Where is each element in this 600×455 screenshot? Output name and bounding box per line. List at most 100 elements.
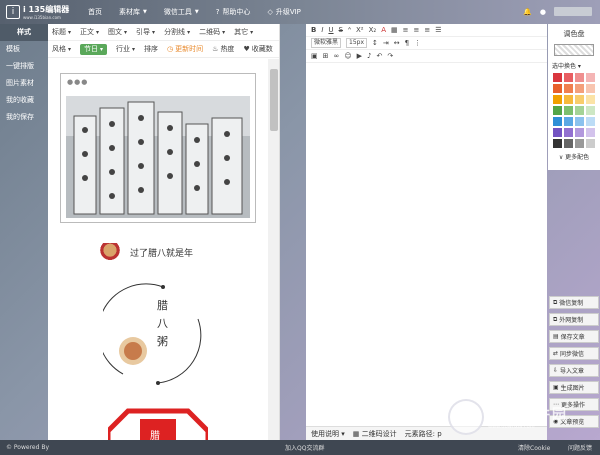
color-swatch[interactable] xyxy=(575,106,584,115)
nav-wechat-tools[interactable]: 微信工具 ▼ xyxy=(164,7,199,17)
nav-home[interactable]: 首页 xyxy=(88,7,102,17)
emoji-icon[interactable]: ☺ xyxy=(344,52,351,60)
more-colors-button[interactable]: ∨ 更多配色 xyxy=(548,152,600,161)
template-red-frame[interactable]: 腊 八 xyxy=(108,401,208,440)
bell-icon[interactable]: 🔔 xyxy=(523,8,532,16)
sidebar-item-image-materials[interactable]: 图片素材 xyxy=(0,75,48,92)
letter-spacing-icon[interactable]: ↔ xyxy=(394,39,400,47)
sort-favorites[interactable]: ♥ 收藏数 xyxy=(243,44,272,54)
color-swatch[interactable] xyxy=(586,106,595,115)
color-swatch[interactable] xyxy=(553,84,562,93)
join-qq-group-link[interactable]: 加入QQ交流群 xyxy=(285,443,324,452)
color-swatch[interactable] xyxy=(553,128,562,137)
scrollbar-thumb[interactable] xyxy=(270,69,278,131)
align-center-icon[interactable]: ≡ xyxy=(414,26,420,34)
wechat-copy-button[interactable]: ⧉ 微信复制 xyxy=(549,296,599,309)
color-swatch[interactable] xyxy=(586,95,595,104)
color-swatch[interactable] xyxy=(553,117,562,126)
color-swatch[interactable] xyxy=(564,95,573,104)
user-name-box[interactable] xyxy=(554,7,592,16)
color-swatch[interactable] xyxy=(586,139,595,148)
user-icon[interactable]: ● xyxy=(540,8,546,16)
font-color-icon[interactable]: A xyxy=(381,26,386,34)
strikethrough-icon[interactable]: S xyxy=(339,26,343,34)
color-swatch[interactable] xyxy=(575,73,584,82)
color-swatch[interactable] xyxy=(564,106,573,115)
color-swatch[interactable] xyxy=(553,106,562,115)
underline-icon[interactable]: U xyxy=(328,26,333,34)
subscript-icon[interactable]: X₂ xyxy=(369,26,377,34)
justify-icon[interactable]: ☰ xyxy=(435,26,441,34)
sort-popularity[interactable]: ♨ 热度 xyxy=(212,44,234,54)
editor-canvas[interactable] xyxy=(306,64,547,426)
usage-help-link[interactable]: 使用说明 ▾ xyxy=(311,429,345,439)
tab-guide[interactable]: 引导 ▾ xyxy=(136,27,155,37)
tab-image-text[interactable]: 图文 ▾ xyxy=(108,27,127,37)
sidebar-item-styles[interactable]: 样式 xyxy=(0,24,48,41)
sidebar-item-templates[interactable]: 模板 xyxy=(0,41,48,58)
font-size-select[interactable]: 15px xyxy=(346,38,368,48)
superscript-icon[interactable]: X² xyxy=(356,26,364,34)
generate-image-button[interactable]: ▣ 生成图片 xyxy=(549,381,599,394)
color-swatch[interactable] xyxy=(586,128,595,137)
color-swatch[interactable] xyxy=(553,95,562,104)
color-swatch[interactable] xyxy=(564,128,573,137)
redo-icon[interactable]: ↷ xyxy=(387,52,393,60)
sort-update-time[interactable]: ◷ 更新时间 xyxy=(167,44,203,54)
color-swatch[interactable] xyxy=(575,128,584,137)
sidebar-item-my-saved[interactable]: 我的保存 xyxy=(0,109,48,126)
color-swatch[interactable] xyxy=(586,84,595,93)
undo-icon[interactable]: ↶ xyxy=(377,52,383,60)
library-scrollbar[interactable] xyxy=(268,59,279,440)
color-swatch[interactable] xyxy=(564,139,573,148)
link-icon[interactable]: ∞ xyxy=(334,52,340,60)
clear-format-icon[interactable]: ᴬ xyxy=(348,26,351,34)
app-logo[interactable]: i i 135编辑器 www.i135bian.com xyxy=(6,4,69,20)
color-swatch[interactable] xyxy=(575,139,584,148)
color-swatch[interactable] xyxy=(564,73,573,82)
color-swatch[interactable] xyxy=(575,117,584,126)
color-swatch[interactable] xyxy=(564,84,573,93)
selected-recolor-label[interactable]: 选中换色 ▾ xyxy=(548,61,600,70)
music-icon[interactable]: ♪ xyxy=(367,52,371,60)
image-icon[interactable]: ▣ xyxy=(311,52,318,60)
bold-icon[interactable]: B xyxy=(311,26,316,34)
filter-style[interactable]: 风格 ▾ xyxy=(52,44,71,54)
nav-help[interactable]: ? 帮助中心 xyxy=(216,7,251,17)
feedback-link[interactable]: 问题反馈 xyxy=(568,443,592,452)
template-laba-circle[interactable]: 腊 八 粥 xyxy=(103,279,213,389)
sidebar-item-my-favorites[interactable]: 我的收藏 xyxy=(0,92,48,109)
paragraph-icon[interactable]: ¶ xyxy=(405,39,409,47)
font-family-select[interactable]: 微软雅黑 xyxy=(311,38,342,48)
template-card-photo[interactable]: ●●● xyxy=(60,73,256,223)
tab-body[interactable]: 正文 ▾ xyxy=(80,27,99,37)
current-color-swatch[interactable] xyxy=(554,44,594,56)
nav-upgrade-vip[interactable]: ◇ 升级VIP xyxy=(267,7,300,17)
nav-materials[interactable]: 素材库 ▼ xyxy=(119,7,147,17)
table-icon[interactable]: ⊞ xyxy=(323,52,329,60)
color-swatch[interactable] xyxy=(586,117,595,126)
filter-industry[interactable]: 行业 ▾ xyxy=(116,44,135,54)
filter-festival[interactable]: 节日 ▾ xyxy=(80,43,108,55)
align-right-icon[interactable]: ≡ xyxy=(424,26,430,34)
template-laba-header[interactable]: 过了腊八就是年 xyxy=(98,239,238,265)
color-swatch[interactable] xyxy=(575,95,584,104)
tab-qrcode[interactable]: 二维码 ▾ xyxy=(199,27,225,37)
list-icon[interactable]: ⋮ xyxy=(414,39,421,47)
save-article-button[interactable]: ▤ 保存文章 xyxy=(549,330,599,343)
highlight-icon[interactable]: ▦ xyxy=(391,26,398,34)
color-swatch[interactable] xyxy=(553,73,562,82)
tab-divider[interactable]: 分割线 ▾ xyxy=(164,27,190,37)
italic-icon[interactable]: I xyxy=(321,26,323,34)
indent-icon[interactable]: ⇥ xyxy=(383,39,389,47)
sync-wechat-button[interactable]: ⇄ 同步微信 xyxy=(549,347,599,360)
color-swatch[interactable] xyxy=(575,84,584,93)
sidebar-item-one-click-layout[interactable]: 一键排版 xyxy=(0,58,48,75)
tab-title[interactable]: 标题 ▾ xyxy=(52,27,71,37)
align-left-icon[interactable]: ≡ xyxy=(403,26,409,34)
tab-other[interactable]: 其它 ▾ xyxy=(234,27,253,37)
color-swatch[interactable] xyxy=(564,117,573,126)
color-swatch[interactable] xyxy=(553,139,562,148)
import-article-button[interactable]: ⇩ 导入文章 xyxy=(549,364,599,377)
video-icon[interactable]: ▶ xyxy=(357,52,362,60)
